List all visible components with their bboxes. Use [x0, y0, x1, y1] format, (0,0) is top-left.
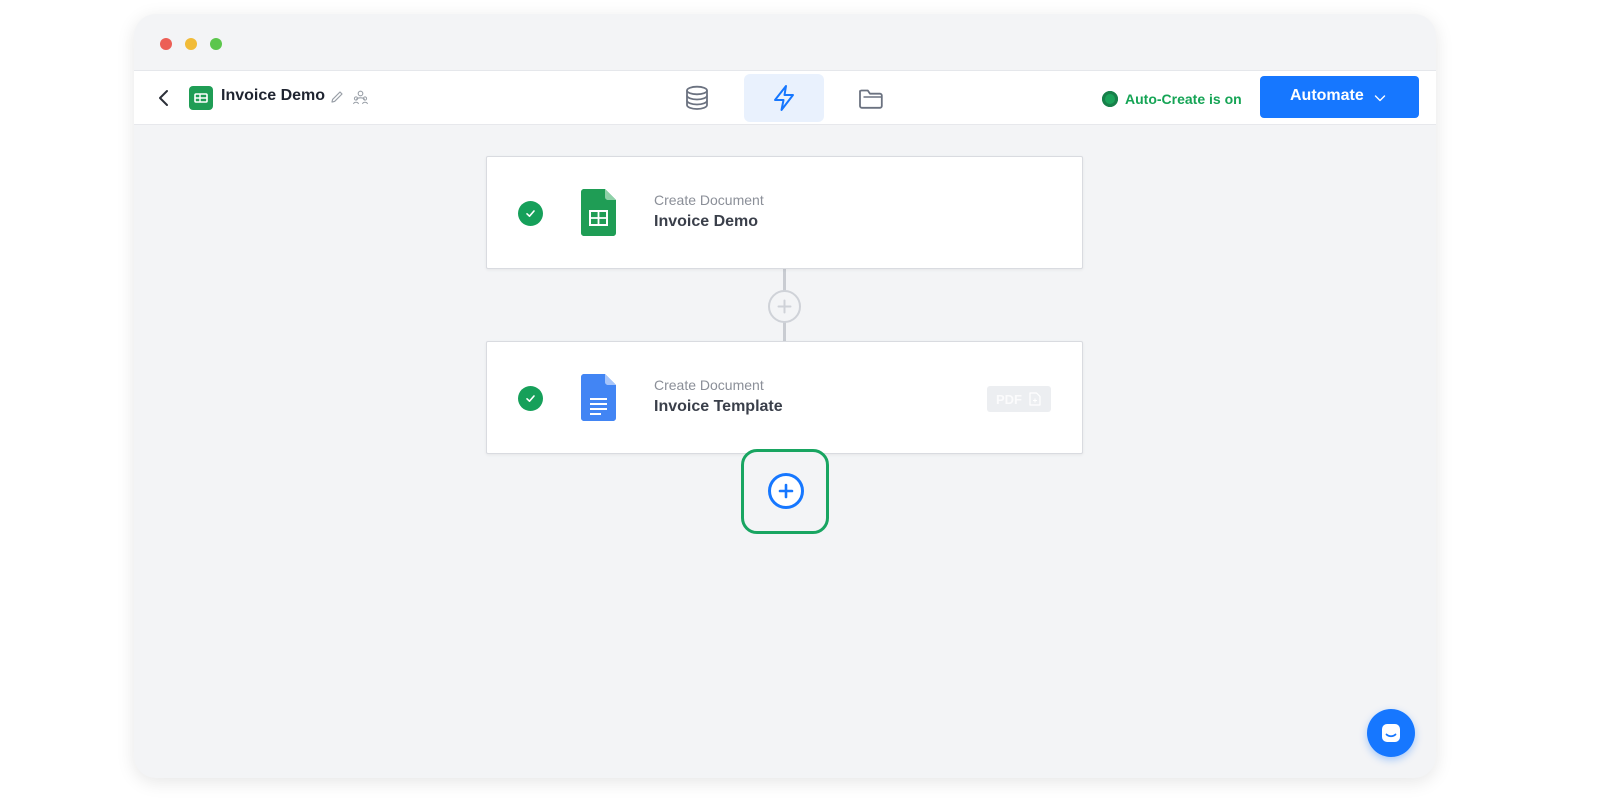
top-toolbar: Invoice Demo Auto-Create is on Automate	[134, 70, 1436, 125]
step-card-invoice-demo[interactable]: Create Document Invoice Demo	[486, 156, 1083, 269]
tab-files[interactable]	[831, 74, 911, 122]
step-card-invoice-template[interactable]: Create Document Invoice Template PDF	[486, 341, 1083, 454]
file-icon	[1029, 392, 1041, 406]
chevron-down-icon	[1374, 95, 1386, 102]
minimize-window-button[interactable]	[185, 38, 197, 50]
step-name: Invoice Demo	[654, 213, 759, 230]
people-icon[interactable]	[352, 89, 369, 106]
chevron-left-icon	[159, 90, 168, 106]
check-icon	[518, 201, 543, 226]
add-step-button[interactable]	[768, 473, 804, 509]
chat-button[interactable]	[1367, 709, 1415, 757]
tab-data[interactable]	[657, 74, 737, 122]
step-name: Invoice Template	[654, 398, 783, 415]
chat-icon	[1382, 724, 1400, 742]
pdf-badge[interactable]: PDF	[987, 386, 1051, 412]
google-sheets-icon	[581, 189, 616, 236]
document-title: Invoice Demo	[221, 87, 326, 104]
add-step-highlight	[741, 449, 829, 534]
status-indicator	[1102, 91, 1118, 107]
step-kind: Create Document	[654, 192, 764, 208]
plus-icon	[778, 483, 794, 499]
auto-create-label: Auto-Create is on	[1125, 91, 1242, 107]
insert-step-button[interactable]	[768, 290, 801, 323]
database-icon	[686, 85, 708, 110]
plus-icon	[777, 299, 792, 314]
close-window-button[interactable]	[160, 38, 172, 50]
pencil-icon[interactable]	[329, 89, 345, 105]
google-docs-icon	[581, 374, 616, 421]
automate-button[interactable]: Automate	[1260, 76, 1419, 118]
pdf-label: PDF	[996, 392, 1022, 407]
automate-label: Automate	[1290, 87, 1364, 104]
zoom-window-button[interactable]	[210, 38, 222, 50]
step-kind: Create Document	[654, 377, 764, 393]
lightning-icon	[774, 85, 794, 111]
folder-icon	[859, 89, 883, 109]
check-icon	[518, 386, 543, 411]
title-bar	[134, 14, 1436, 70]
back-button[interactable]	[152, 86, 176, 110]
tab-automation[interactable]	[744, 74, 824, 122]
app-window: Invoice Demo Auto-Create is on Automate …	[134, 14, 1436, 778]
sheets-icon	[189, 86, 213, 110]
